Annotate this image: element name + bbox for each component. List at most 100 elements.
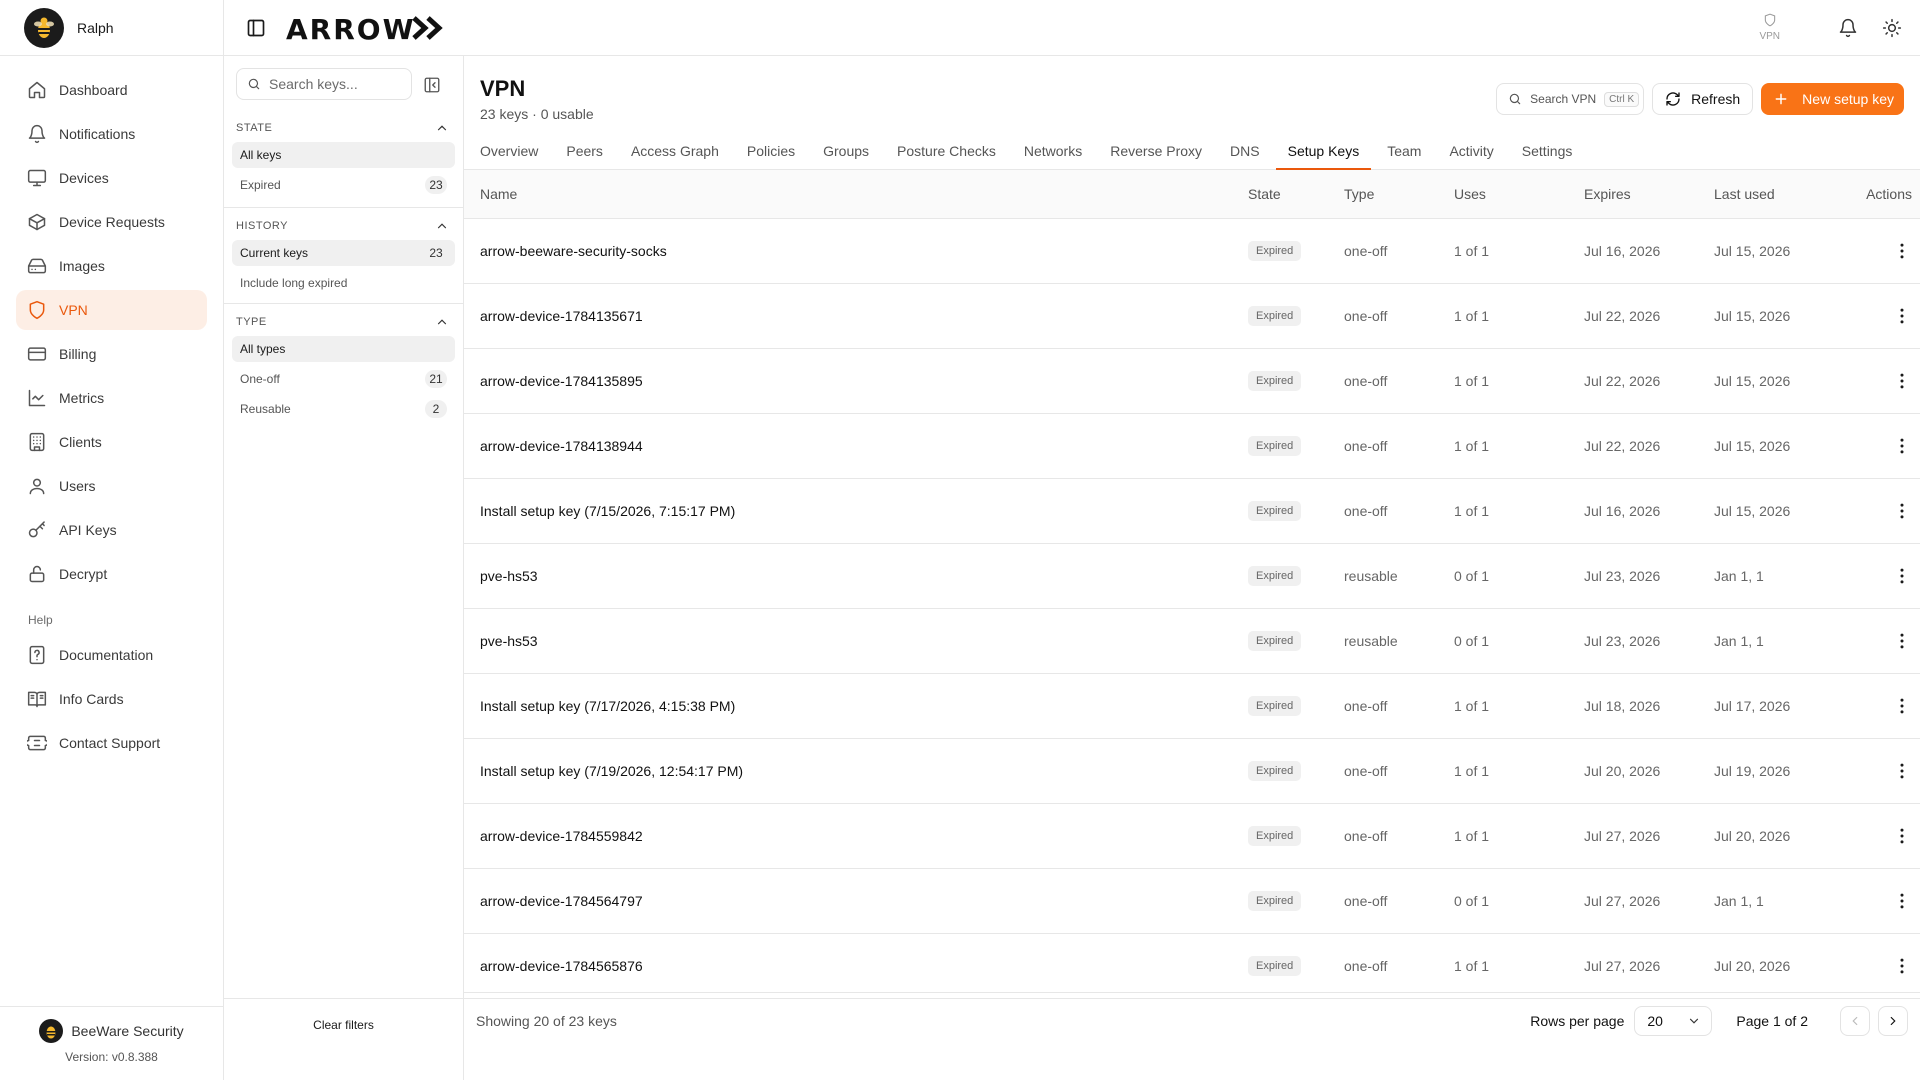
new-setup-key-button[interactable]: New setup key bbox=[1761, 83, 1904, 115]
row-actions-button[interactable] bbox=[1844, 761, 1920, 781]
filter-option-expired[interactable]: Expired 23 bbox=[232, 172, 455, 198]
table-row[interactable]: arrow-device-1784138944 Expired one-off 1 o… bbox=[464, 414, 1920, 479]
filter-option-reusable[interactable]: Reusable 2 bbox=[232, 396, 455, 422]
row-actions-button[interactable] bbox=[1844, 371, 1920, 391]
nav-item-info-cards[interactable]: Info Cards bbox=[16, 679, 207, 719]
filter-search[interactable] bbox=[236, 68, 412, 100]
column-header-uses[interactable]: Uses bbox=[1454, 186, 1584, 202]
filter-option-all-keys[interactable]: All keys bbox=[232, 142, 455, 168]
nav-item-api-keys[interactable]: API Keys bbox=[16, 510, 207, 550]
row-actions-button[interactable] bbox=[1844, 956, 1920, 976]
tab-groups[interactable]: Groups bbox=[811, 136, 881, 170]
key-expires: Jul 27, 2026 bbox=[1584, 828, 1661, 844]
nav-item-notifications[interactable]: Notifications bbox=[16, 114, 207, 154]
filter-search-input[interactable] bbox=[269, 76, 399, 92]
row-actions-button[interactable] bbox=[1844, 566, 1920, 586]
bell-icon[interactable] bbox=[1838, 18, 1858, 38]
row-actions-button[interactable] bbox=[1844, 631, 1920, 651]
row-actions-button[interactable] bbox=[1844, 306, 1920, 326]
tab-policies[interactable]: Policies bbox=[735, 136, 807, 170]
state-cell: Expired bbox=[1244, 241, 1344, 261]
nav-item-users[interactable]: Users bbox=[16, 466, 207, 506]
row-actions-button[interactable] bbox=[1844, 826, 1920, 846]
key-icon bbox=[28, 521, 45, 538]
key-uses: 1 of 1 bbox=[1454, 698, 1490, 714]
table-row[interactable]: arrow-device-1784135671 Expired one-off 1 o… bbox=[464, 284, 1920, 349]
key-uses: 1 of 1 bbox=[1454, 373, 1490, 389]
user-menu[interactable]: Ralph bbox=[0, 0, 223, 56]
nav-item-device-requests[interactable]: Device Requests bbox=[16, 202, 207, 242]
tab-peers[interactable]: Peers bbox=[554, 136, 615, 170]
key-last-used: Jan 1, 1 bbox=[1714, 568, 1764, 584]
row-actions-button[interactable] bbox=[1844, 501, 1920, 521]
nav-item-billing[interactable]: Billing bbox=[16, 334, 207, 374]
tab-overview[interactable]: Overview bbox=[468, 136, 550, 170]
key-last-used: Jul 15, 2026 bbox=[1714, 503, 1791, 519]
table-row[interactable]: arrow-device-1784559842 Expired one-off 1 o… bbox=[464, 804, 1920, 869]
nav-item-contact-support[interactable]: Contact Support bbox=[16, 723, 207, 763]
column-header-expires[interactable]: Expires bbox=[1584, 186, 1714, 202]
collapse-panel-icon[interactable] bbox=[423, 76, 441, 94]
table-row[interactable]: arrow-beeware-security-socks Expired one-o… bbox=[464, 219, 1920, 284]
rows-per-page-select[interactable]: 20 bbox=[1634, 1005, 1713, 1036]
table-row[interactable]: pve-hs53 Expired reusable 0 of 1 Jul 23, 202… bbox=[464, 609, 1920, 674]
nav-item-clients[interactable]: Clients bbox=[16, 422, 207, 462]
tab-reverse-proxy[interactable]: Reverse Proxy bbox=[1098, 136, 1214, 170]
filter-option-one-off[interactable]: One-off 21 bbox=[232, 366, 455, 392]
row-actions-button[interactable] bbox=[1844, 891, 1920, 911]
row-actions-button[interactable] bbox=[1844, 696, 1920, 716]
nav-item-metrics[interactable]: Metrics bbox=[16, 378, 207, 418]
brand-logo[interactable]: ARROW bbox=[286, 13, 446, 43]
sun-icon[interactable] bbox=[1882, 18, 1902, 38]
tab-setup-keys[interactable]: Setup Keys bbox=[1275, 136, 1372, 170]
vpn-status-indicator[interactable]: VPN bbox=[1759, 13, 1780, 42]
table-row[interactable]: arrow-device-1784564797 Expired one-off 0 o… bbox=[464, 869, 1920, 934]
refresh-button[interactable]: Refresh bbox=[1652, 83, 1754, 115]
filter-option-current-keys[interactable]: Current keys 23 bbox=[232, 240, 455, 266]
filter-group-header[interactable]: STATE bbox=[224, 118, 463, 138]
row-actions-button[interactable] bbox=[1844, 436, 1920, 456]
nav-item-dashboard[interactable]: Dashboard bbox=[16, 70, 207, 110]
nav-item-decrypt[interactable]: Decrypt bbox=[16, 554, 207, 594]
status-badge: Expired bbox=[1248, 306, 1302, 326]
column-header-type[interactable]: Type bbox=[1344, 186, 1454, 202]
table-row[interactable]: arrow-device-1784135895 Expired one-off 1 o… bbox=[464, 349, 1920, 414]
table-row[interactable]: Install setup key (7/19/2026, 12:54:17 P… bbox=[464, 739, 1920, 804]
table-row[interactable]: arrow-device-1784565876 Expired one-off 1 o… bbox=[464, 934, 1920, 999]
nav-item-documentation[interactable]: Documentation bbox=[16, 635, 207, 675]
nav-item-devices[interactable]: Devices bbox=[16, 158, 207, 198]
nav-item-vpn[interactable]: VPN bbox=[16, 290, 207, 330]
tab-networks[interactable]: Networks bbox=[1012, 136, 1094, 170]
tab-team[interactable]: Team bbox=[1375, 136, 1433, 170]
column-header-last-used[interactable]: Last used bbox=[1714, 186, 1844, 202]
tab-settings[interactable]: Settings bbox=[1510, 136, 1585, 170]
key-type: reusable bbox=[1344, 568, 1398, 584]
tab-access-graph[interactable]: Access Graph bbox=[619, 136, 731, 170]
search-vpn-button[interactable]: Search VPN Ctrl K bbox=[1496, 83, 1645, 115]
key-expires: Jul 27, 2026 bbox=[1584, 958, 1661, 974]
tab-posture-checks[interactable]: Posture Checks bbox=[885, 136, 1008, 170]
row-actions-button[interactable] bbox=[1844, 241, 1920, 261]
tab-activity[interactable]: Activity bbox=[1437, 136, 1505, 170]
next-page-button[interactable] bbox=[1878, 1005, 1908, 1036]
filter-option-include-long-expired[interactable]: Include long expired bbox=[232, 270, 455, 296]
nav-item-images[interactable]: Images bbox=[16, 246, 207, 286]
filter-group-header[interactable]: HISTORY bbox=[224, 216, 463, 236]
monitor-icon bbox=[27, 169, 47, 187]
previous-page-button[interactable] bbox=[1840, 1005, 1870, 1036]
tab-dns[interactable]: DNS bbox=[1218, 136, 1272, 170]
page-info: Page 1 of 2 bbox=[1736, 1012, 1808, 1029]
sidebar-toggle-icon[interactable] bbox=[246, 18, 266, 38]
column-header-state[interactable]: State bbox=[1244, 186, 1344, 202]
nav-item-label: Metrics bbox=[59, 390, 105, 406]
table-row[interactable]: pve-hs53 Expired reusable 0 of 1 Jul 23, 202… bbox=[464, 544, 1920, 609]
key-type: one-off bbox=[1344, 373, 1388, 389]
table-row[interactable]: Install setup key (7/15/2026, 7:15:17 PM… bbox=[464, 479, 1920, 544]
filter-group-header[interactable]: TYPE bbox=[224, 312, 463, 332]
org-switcher[interactable]: BeeWare Security bbox=[0, 1019, 223, 1043]
table-row[interactable]: Install setup key (7/17/2026, 4:15:38 PM… bbox=[464, 674, 1920, 739]
clear-filters-button[interactable]: Clear filters bbox=[224, 998, 463, 1050]
more-vertical-icon bbox=[1900, 503, 1904, 519]
filter-option-all-types[interactable]: All types bbox=[232, 336, 455, 362]
column-header-name[interactable]: Name bbox=[464, 186, 1244, 202]
